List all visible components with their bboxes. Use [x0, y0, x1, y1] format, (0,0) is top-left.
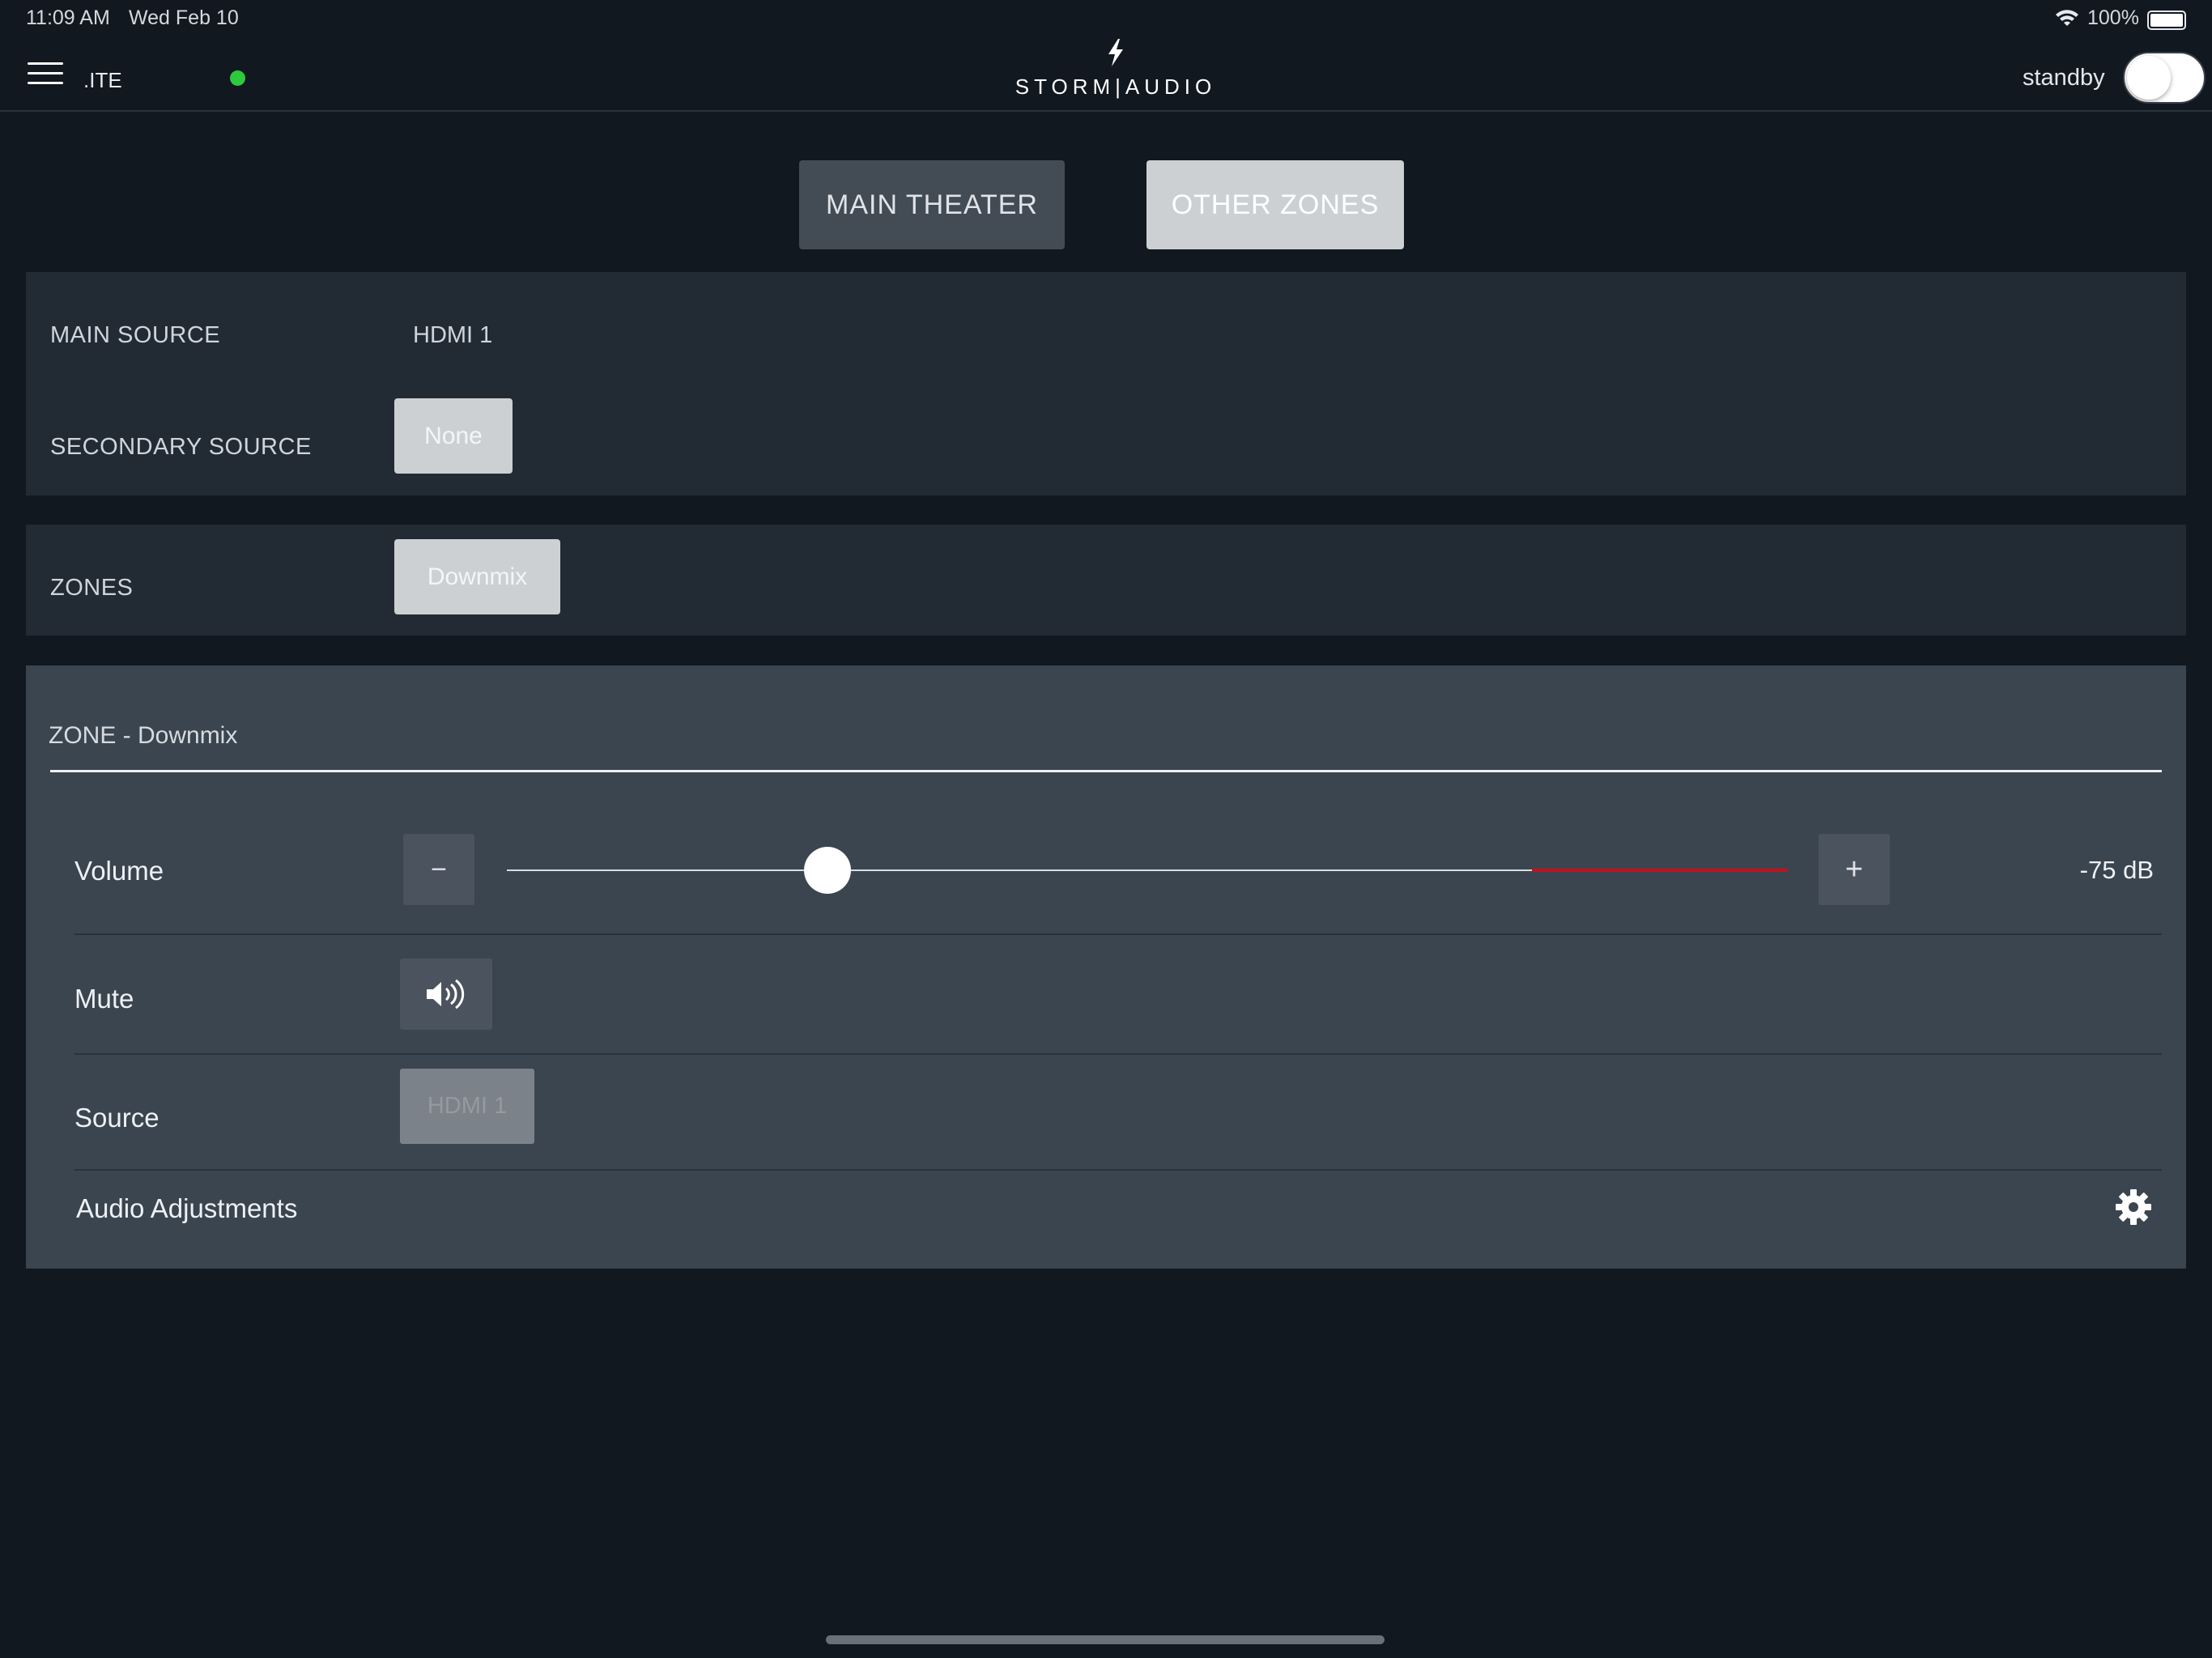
- tab-main-theater[interactable]: MAIN THEATER: [799, 160, 1065, 249]
- speaker-icon: [427, 979, 465, 1010]
- volume-limit-range: [1531, 869, 1788, 872]
- main-source-value: HDMI 1: [413, 322, 493, 348]
- site-name: .ITE: [83, 68, 122, 92]
- brand-logo: STORM|AUDIO: [1015, 74, 1217, 99]
- zone-title-underline: [50, 770, 2162, 772]
- mute-label: Mute: [74, 984, 134, 1014]
- zones-label: ZONES: [50, 575, 134, 601]
- zone-downmix-button[interactable]: Downmix: [394, 539, 560, 614]
- wifi-icon: [2056, 10, 2078, 26]
- volume-slider-thumb[interactable]: [803, 847, 851, 894]
- audio-adjustments-label: Audio Adjustments: [76, 1193, 298, 1223]
- secondary-source-label: SECONDARY SOURCE: [50, 434, 312, 460]
- lightning-bolt-icon: [1108, 39, 1123, 66]
- connection-status-dot: [230, 70, 245, 86]
- row-divider: [74, 1053, 2162, 1055]
- standby-label: standby: [2023, 65, 2105, 91]
- zone-detail-panel: [26, 665, 2186, 1269]
- volume-up-button[interactable]: +: [1819, 834, 1890, 905]
- secondary-source-button[interactable]: None: [394, 398, 513, 474]
- volume-down-button[interactable]: −: [403, 834, 474, 905]
- sources-panel: [26, 272, 2186, 495]
- gear-icon[interactable]: [2115, 1188, 2152, 1226]
- battery-percent: 100%: [2087, 6, 2139, 29]
- row-divider: [74, 933, 2162, 935]
- zone-title: ZONE - Downmix: [49, 722, 238, 749]
- tab-other-zones[interactable]: OTHER ZONES: [1146, 160, 1404, 249]
- status-date: Wed Feb 10: [129, 6, 239, 29]
- volume-label: Volume: [74, 856, 164, 886]
- main-source-label: MAIN SOURCE: [50, 322, 221, 348]
- zone-source-button[interactable]: HDMI 1: [400, 1069, 534, 1144]
- toggle-knob: [2127, 56, 2171, 100]
- volume-slider-track[interactable]: [507, 869, 1532, 871]
- volume-value: -75 dB: [2079, 856, 2154, 884]
- zones-panel: [26, 525, 2186, 636]
- home-indicator: [826, 1635, 1385, 1644]
- status-time: 11:09 AM: [26, 6, 110, 29]
- standby-toggle[interactable]: [2123, 52, 2206, 104]
- menu-icon[interactable]: [28, 62, 63, 85]
- row-divider: [74, 1169, 2162, 1171]
- mute-button[interactable]: [400, 959, 492, 1030]
- source-label: Source: [74, 1103, 160, 1133]
- battery-icon: [2147, 11, 2186, 30]
